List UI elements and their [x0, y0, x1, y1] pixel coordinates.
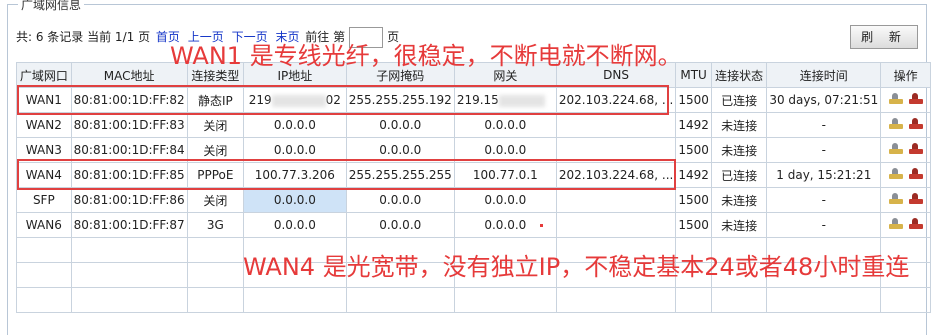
redaction-blur — [498, 94, 545, 107]
table-row[interactable]: SFP 80:81:00:1D:FF:86 关闭 0.0.0.0 0.0.0.0… — [16, 187, 931, 213]
gateway-prefix: 219.15 — [456, 93, 499, 107]
connect-icon[interactable] — [888, 193, 903, 204]
cell-type: 3G — [186, 212, 244, 238]
cell-status: 未连接 — [710, 112, 768, 138]
ip-prefix: 219 — [248, 93, 272, 107]
disconnect-icon[interactable] — [908, 118, 923, 129]
cell-status: 未连接 — [710, 187, 768, 213]
cell-port: WAN2 — [16, 112, 72, 138]
cell-mac: 80:81:00:1D:FF:82 — [70, 87, 188, 113]
column-header: 广域网口 — [16, 62, 72, 88]
cell-ip: 0.0.0.0 — [242, 212, 347, 238]
cell-mask: 255.255.255.255 — [345, 162, 455, 188]
redaction-blur — [271, 94, 326, 107]
cell-dns — [555, 212, 677, 238]
cell-actions — [880, 87, 931, 113]
table-row[interactable]: WAN3 80:81:00:1D:FF:84 关闭 0.0.0.0 0.0.0.… — [16, 137, 931, 163]
cell-mask: 0.0.0.0 — [345, 187, 455, 213]
cell-uptime: - — [766, 112, 882, 138]
cell-mac: 80:81:00:1D:FF:86 — [70, 187, 188, 213]
disconnect-icon[interactable] — [908, 218, 923, 229]
cell-mask: 0.0.0.0 — [345, 212, 455, 238]
connect-icon[interactable] — [888, 143, 903, 154]
cell-actions — [880, 212, 931, 238]
cell-uptime: - — [766, 137, 882, 163]
cell-uptime: - — [766, 187, 882, 213]
cell-ip: 0.0.0.0 — [242, 137, 347, 163]
cell-dns — [555, 112, 677, 138]
cell-uptime: - — [766, 212, 882, 238]
cell-status: 已连接 — [710, 162, 768, 188]
cell-actions — [880, 162, 931, 188]
disconnect-icon[interactable] — [908, 93, 923, 104]
table-row[interactable]: WAN6 80:81:00:1D:FF:87 3G 0.0.0.0 0.0.0.… — [16, 212, 931, 238]
cell-type: 静态IP — [186, 87, 244, 113]
cell-actions — [880, 112, 931, 138]
cell-mask: 255.255.255.192 — [345, 87, 455, 113]
cell-mtu: 1492 — [675, 162, 712, 188]
cell-port: SFP — [16, 187, 72, 213]
cell-status: 未连接 — [710, 212, 768, 238]
cell-mask: 0.0.0.0 — [345, 137, 455, 163]
cell-port: WAN4 — [16, 162, 72, 188]
cell-gateway: 0.0.0.0 — [453, 112, 557, 138]
refresh-button[interactable]: 刷 新 — [850, 25, 918, 49]
cell-ip: 0.0.0.0 — [242, 187, 347, 213]
table-row[interactable]: WAN2 80:81:00:1D:FF:83 关闭 0.0.0.0 0.0.0.… — [16, 112, 931, 138]
cell-type: PPPoE — [186, 162, 244, 188]
ip-suffix: 02 — [325, 93, 341, 107]
column-header: 操作 — [880, 62, 931, 88]
disconnect-icon[interactable] — [908, 193, 923, 204]
cell-type: 关闭 — [186, 137, 244, 163]
cell-uptime: 1 day, 15:21:21 — [766, 162, 882, 188]
cell-dns — [555, 137, 677, 163]
cell-mtu: 1500 — [675, 212, 712, 238]
table-row[interactable]: WAN1 80:81:00:1D:FF:82 静态IP 219 02 255.25… — [16, 87, 931, 113]
wan4-annotation: WAN4 是光宽带，没有独立IP，不稳定基本24或者48小时重连 — [243, 253, 910, 281]
cell-mac: 80:81:00:1D:FF:84 — [70, 137, 188, 163]
cell-uptime: 30 days, 07:21:51 — [766, 87, 882, 113]
cell-gateway: 0.0.0.0 — [453, 137, 557, 163]
panel-title: 广域网信息 — [18, 0, 85, 13]
column-header: 连接状态 — [710, 62, 768, 88]
cell-port: WAN3 — [16, 137, 72, 163]
disconnect-icon[interactable] — [908, 168, 923, 179]
cell-mask: 0.0.0.0 — [345, 112, 455, 138]
cell-mtu: 1492 — [675, 112, 712, 138]
cell-status: 未连接 — [710, 137, 768, 163]
cell-type: 关闭 — [186, 187, 244, 213]
cell-type: 关闭 — [186, 112, 244, 138]
table-row[interactable]: WAN4 80:81:00:1D:FF:85 PPPoE 100.77.3.20… — [16, 162, 931, 188]
connect-icon[interactable] — [888, 168, 903, 179]
wan1-annotation: WAN1 是专线光纤，很稳定，不断电就不断网。 — [170, 42, 682, 70]
cell-dns: 202.103.224.68, ... — [555, 162, 677, 188]
cell-dns: 202.103.224.68, ... — [555, 87, 677, 113]
cell-port: WAN6 — [16, 212, 72, 238]
annotation-dot — [540, 224, 543, 227]
column-header: 连接时间 — [766, 62, 882, 88]
cell-mac: 80:81:00:1D:FF:87 — [70, 212, 188, 238]
record-summary: 共: 6 条记录 当前 1/1 页 — [16, 30, 151, 44]
table-row-empty — [16, 287, 931, 313]
cell-ip: 0.0.0.0 — [242, 112, 347, 138]
cell-mtu: 1500 — [675, 137, 712, 163]
connect-icon[interactable] — [888, 218, 903, 229]
cell-mtu: 1500 — [675, 87, 712, 113]
cell-ip: 100.77.3.206 — [242, 162, 347, 188]
cell-mtu: 1500 — [675, 187, 712, 213]
connect-icon[interactable] — [888, 118, 903, 129]
cell-gateway: 100.77.0.1 — [453, 162, 557, 188]
connect-icon[interactable] — [888, 93, 903, 104]
cell-mac: 80:81:00:1D:FF:83 — [70, 112, 188, 138]
disconnect-icon[interactable] — [908, 143, 923, 154]
cell-actions — [880, 137, 931, 163]
cell-gateway: 219.15 — [453, 87, 557, 113]
cell-ip: 219 02 — [242, 87, 347, 113]
cell-gateway: 0.0.0.0 — [453, 187, 557, 213]
cell-actions — [880, 187, 931, 213]
cell-dns — [555, 187, 677, 213]
cell-status: 已连接 — [710, 87, 768, 113]
cell-port: WAN1 — [16, 87, 72, 113]
cell-mac: 80:81:00:1D:FF:85 — [70, 162, 188, 188]
